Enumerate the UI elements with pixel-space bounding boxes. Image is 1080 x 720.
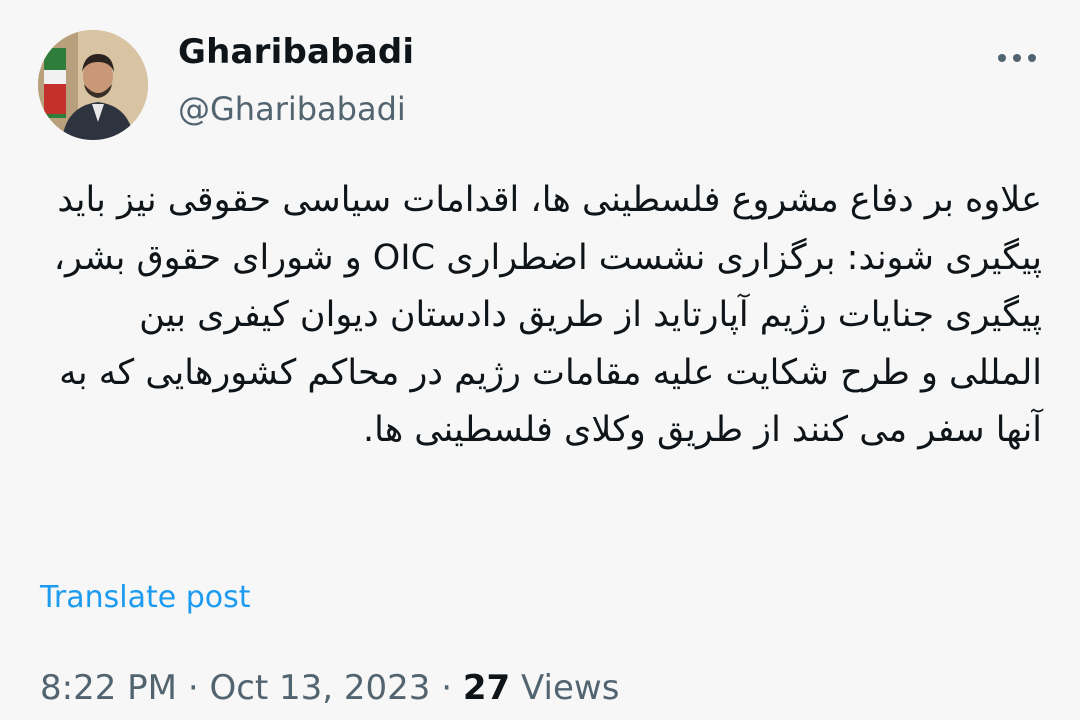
post-text: علاوه بر دفاع مشروع فلسطینی ها، اقدامات … xyxy=(53,180,1042,450)
views-count[interactable]: 27 xyxy=(463,668,510,708)
meta-separator: · xyxy=(187,668,199,708)
more-options-icon[interactable] xyxy=(992,40,1042,76)
post-date[interactable]: Oct 13, 2023 xyxy=(209,668,430,708)
author-display-name[interactable]: Gharibabadi xyxy=(178,32,414,72)
tweet-card: Gharibabadi @Gharibabadi علاوه بر دفاع م… xyxy=(0,0,1080,720)
avatar-image xyxy=(38,30,148,140)
views-label[interactable]: Views xyxy=(521,668,619,708)
dot xyxy=(1028,54,1036,62)
dot xyxy=(998,54,1006,62)
post-time[interactable]: 8:22 PM xyxy=(40,668,177,708)
meta-separator: · xyxy=(441,668,453,708)
avatar[interactable] xyxy=(38,30,148,140)
author-handle[interactable]: @Gharibabadi xyxy=(178,90,406,128)
dot xyxy=(1013,54,1021,62)
translate-post-link[interactable]: Translate post xyxy=(40,580,251,615)
post-meta: 8:22 PM · Oct 13, 2023 · 27 Views xyxy=(40,668,619,708)
